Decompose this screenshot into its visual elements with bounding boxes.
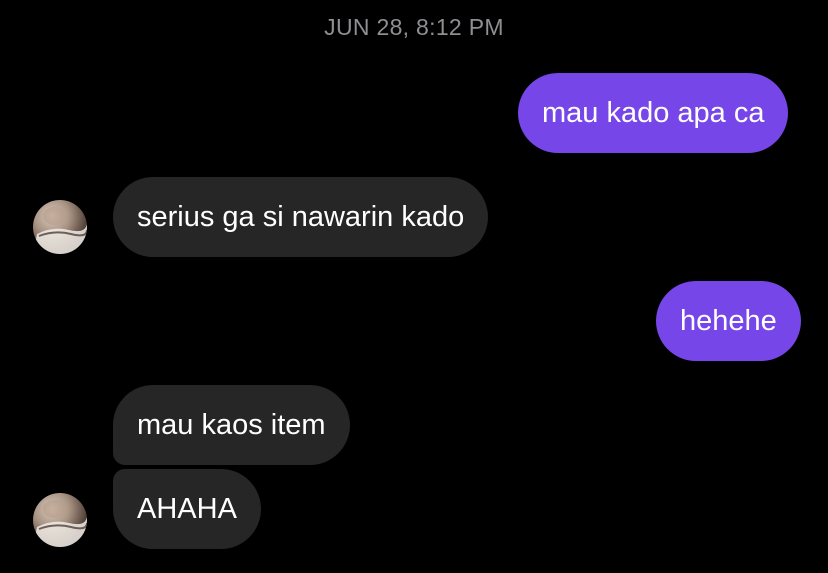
received-message-bubble[interactable]: AHAHA: [113, 469, 261, 549]
message-timestamp: JUN 28, 8:12 PM: [324, 14, 504, 40]
sent-message-bubble[interactable]: hehehe: [656, 281, 801, 361]
avatar-photo-icon: [33, 500, 87, 547]
avatar-photo-icon: [33, 207, 87, 254]
received-message-bubble[interactable]: mau kaos item: [113, 385, 350, 465]
received-message-bubble[interactable]: serius ga si nawarin kado: [113, 177, 489, 257]
sent-message-bubble[interactable]: mau kado apa ca: [518, 73, 789, 153]
contact-avatar[interactable]: [33, 493, 87, 547]
contact-avatar[interactable]: [33, 200, 87, 254]
